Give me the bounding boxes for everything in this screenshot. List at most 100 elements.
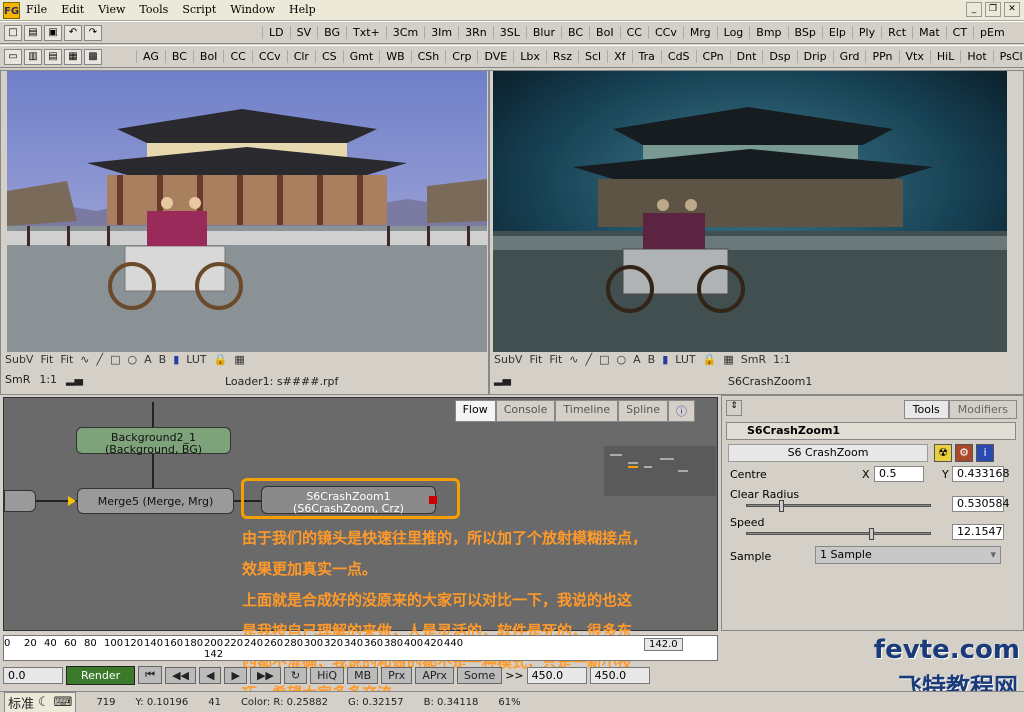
histogram-icon[interactable]: ▂▄ bbox=[494, 373, 511, 386]
tool-button-row1-10[interactable]: BoI bbox=[589, 26, 620, 39]
end-frame-field[interactable]: 450.0 bbox=[526, 666, 587, 684]
step-forward-icon[interactable]: ▶▶ bbox=[249, 666, 281, 684]
layout-split-icon[interactable]: ▥ bbox=[24, 49, 42, 65]
zoom-1to1-button[interactable]: 1:1 bbox=[39, 373, 57, 386]
info-icon[interactable]: ⓘ bbox=[668, 400, 695, 422]
tool-button-row1-19[interactable]: Rct bbox=[881, 26, 912, 39]
redo-icon[interactable]: ↷ bbox=[84, 25, 102, 41]
fit-button-2[interactable]: Fit bbox=[549, 353, 562, 366]
menu-window[interactable]: Window bbox=[230, 3, 275, 16]
menu-edit[interactable]: Edit bbox=[61, 3, 84, 16]
tool-button-row2-22[interactable]: Grd bbox=[832, 50, 866, 63]
rect-tool-icon[interactable]: □ bbox=[599, 353, 609, 366]
smr-button[interactable]: SmR bbox=[5, 373, 30, 386]
tool-button-row1-17[interactable]: Elp bbox=[821, 26, 852, 39]
tool-button-row2-23[interactable]: PPn bbox=[865, 50, 898, 63]
tool-button-row2-6[interactable]: CS bbox=[314, 50, 343, 63]
close-icon[interactable]: ✕ bbox=[1004, 2, 1020, 17]
collapse-icon[interactable]: ⇕ bbox=[726, 400, 742, 416]
tool-button-row2-13[interactable]: Rsz bbox=[545, 50, 578, 63]
tool-button-row1-15[interactable]: Bmp bbox=[749, 26, 787, 39]
node-background[interactable]: Background2_1 (Background, BG) bbox=[76, 427, 231, 456]
spline-icon[interactable]: ∿ bbox=[569, 353, 578, 366]
flow-editor[interactable]: Flow Console Timeline Spline ⓘ Backgroun… bbox=[3, 397, 718, 702]
menu-view[interactable]: View bbox=[98, 3, 125, 16]
channel-a-button[interactable]: A bbox=[633, 353, 641, 366]
tool-button-row2-7[interactable]: Gmt bbox=[342, 50, 380, 63]
tool-title[interactable]: S6CrashZoom1 bbox=[726, 422, 1016, 440]
menu-script[interactable]: Script bbox=[182, 3, 216, 16]
tool-button-row2-25[interactable]: HiL bbox=[929, 50, 960, 63]
channel-b-button[interactable]: B bbox=[648, 353, 656, 366]
layout-single-icon[interactable]: ▭ bbox=[4, 49, 22, 65]
tool-button-row2-15[interactable]: Xf bbox=[607, 50, 631, 63]
centre-x-field[interactable]: 0.5 bbox=[874, 466, 924, 482]
tab-tools[interactable]: Tools bbox=[903, 400, 949, 419]
tool-button-row2-18[interactable]: CPn bbox=[695, 50, 730, 63]
checker-icon[interactable]: ▦ bbox=[234, 353, 244, 366]
sample-select[interactable]: 1 Sample ▾ bbox=[815, 546, 1001, 564]
tool-button-row1-11[interactable]: CC bbox=[619, 26, 648, 39]
current-frame-field[interactable]: 142.0 bbox=[644, 638, 683, 651]
tool-button-row1-8[interactable]: Blur bbox=[525, 26, 561, 39]
ime-indicator[interactable]: 标准 ☾ ⌨ bbox=[4, 691, 77, 712]
goto-start-icon[interactable]: ⏮ bbox=[138, 666, 163, 684]
tool-button-row1-5[interactable]: 3Im bbox=[424, 26, 458, 39]
info-icon[interactable]: i bbox=[976, 444, 994, 462]
some-button[interactable]: Some bbox=[457, 666, 503, 684]
tool-button-row2-3[interactable]: CC bbox=[223, 50, 251, 63]
ellipse-tool-icon[interactable]: ○ bbox=[617, 353, 627, 366]
tool-button-row2-26[interactable]: Hot bbox=[960, 50, 992, 63]
fit-button-2[interactable]: Fit bbox=[60, 353, 73, 366]
tool-button-row1-18[interactable]: Ply bbox=[851, 26, 881, 39]
minimize-icon[interactable]: _ bbox=[966, 2, 982, 17]
play-reverse-icon[interactable]: ◀ bbox=[199, 666, 222, 684]
radiation-icon[interactable]: ☢ bbox=[934, 444, 952, 462]
menu-file[interactable]: File bbox=[26, 3, 47, 16]
start-frame-field[interactable]: 0.0 bbox=[3, 666, 63, 684]
loop-icon[interactable]: ↻ bbox=[283, 666, 308, 684]
channel-b-button[interactable]: B bbox=[159, 353, 167, 366]
ellipse-tool-icon[interactable]: ○ bbox=[128, 353, 138, 366]
new-file-icon[interactable]: □ bbox=[4, 25, 22, 41]
aprx-button[interactable]: APrx bbox=[415, 666, 455, 684]
smr-button[interactable]: SmR bbox=[741, 353, 766, 366]
tool-button-row2-5[interactable]: Clr bbox=[286, 50, 315, 63]
tool-button-row2-1[interactable]: BC bbox=[164, 50, 193, 63]
prx-button[interactable]: Prx bbox=[381, 666, 413, 684]
tab-console[interactable]: Console bbox=[495, 400, 556, 422]
tool-name-field[interactable]: S6 CrashZoom bbox=[728, 444, 928, 462]
viewer-left-image[interactable] bbox=[7, 71, 487, 352]
clear-radius-thumb[interactable] bbox=[779, 500, 785, 512]
tab-flow[interactable]: Flow bbox=[454, 400, 496, 422]
tool-button-row2-10[interactable]: Crp bbox=[445, 50, 477, 63]
clear-radius-slider[interactable] bbox=[746, 500, 931, 512]
step-back-icon[interactable]: ◀◀ bbox=[165, 666, 196, 684]
tool-button-row1-0[interactable]: LD bbox=[262, 26, 290, 39]
more-icon[interactable]: >> bbox=[505, 669, 523, 682]
speed-slider[interactable] bbox=[746, 528, 931, 540]
zoom-1to1-button[interactable]: 1:1 bbox=[773, 353, 791, 366]
fit-button[interactable]: Fit bbox=[40, 353, 53, 366]
layout-stack-icon[interactable]: ▤ bbox=[44, 49, 62, 65]
undo-icon[interactable]: ↶ bbox=[64, 25, 82, 41]
speed-thumb[interactable] bbox=[869, 528, 875, 540]
open-file-icon[interactable]: ▤ bbox=[24, 25, 42, 41]
channel-a-button[interactable]: A bbox=[144, 353, 152, 366]
save-file-icon[interactable]: ▣ bbox=[44, 25, 62, 41]
tab-modifiers[interactable]: Modifiers bbox=[948, 400, 1017, 419]
tool-button-row2-2[interactable]: BoI bbox=[192, 50, 224, 63]
tool-button-row2-11[interactable]: DVE bbox=[477, 50, 513, 63]
tab-timeline[interactable]: Timeline bbox=[555, 400, 619, 422]
node-input-stub[interactable] bbox=[4, 490, 36, 512]
lut-button[interactable]: LUT bbox=[675, 353, 695, 366]
viewer-right-image[interactable] bbox=[493, 71, 1007, 352]
centre-y-field[interactable]: 0.433168 bbox=[952, 466, 1010, 482]
tool-button-row2-4[interactable]: CCv bbox=[251, 50, 287, 63]
time-ruler[interactable]: 0 20 40 60 80 100 120 140 160 180 200 220 240 260 280 3… bbox=[3, 635, 718, 661]
subview-button[interactable]: SubV bbox=[5, 353, 33, 366]
lut-button[interactable]: LUT bbox=[186, 353, 206, 366]
tool-button-row2-19[interactable]: Dnt bbox=[729, 50, 763, 63]
tool-button-row2-24[interactable]: Vtx bbox=[898, 50, 930, 63]
lock-icon[interactable]: 🔒 bbox=[214, 353, 228, 366]
